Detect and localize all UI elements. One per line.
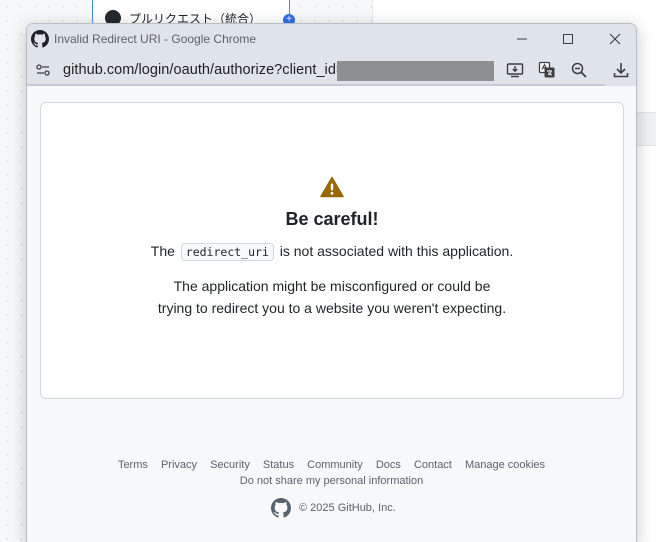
site-info-icon[interactable] <box>35 62 51 78</box>
redirect-uri-code: redirect_uri <box>180 243 274 261</box>
title-bar[interactable]: Invalid Redirect URI - Google Chrome <box>27 24 636 54</box>
copyright-text: © 2025 GitHub, Inc. <box>299 502 396 514</box>
footer-link-privacy[interactable]: Privacy <box>161 459 197 471</box>
explanation-line-1: The application might be misconfigured o… <box>173 278 491 294</box>
alert-icon <box>320 176 344 198</box>
background-tab-label: プルリクエスト（統合） <box>129 12 262 23</box>
footer-link-do-not-share[interactable]: Do not share my personal information <box>240 475 423 487</box>
chrome-window: Invalid Redirect URI - Google Chrome git… <box>26 23 637 542</box>
message-suffix: is not associated with this application. <box>279 243 514 259</box>
error-message: The redirect_uri is not associated with … <box>41 243 623 261</box>
footer-link-manage-cookies[interactable]: Manage cookies <box>465 459 545 471</box>
error-card: Be careful! The redirect_uri is not asso… <box>40 102 624 399</box>
zoom-icon[interactable] <box>570 61 588 79</box>
github-logo-icon[interactable] <box>271 498 291 518</box>
window-title: Invalid Redirect URI - Google Chrome <box>54 32 257 46</box>
maximize-icon[interactable] <box>557 29 579 49</box>
redacted-client-id <box>337 61 494 81</box>
github-favicon-icon <box>31 30 49 48</box>
footer-link-community[interactable]: Community <box>307 459 363 471</box>
close-icon[interactable] <box>604 29 626 49</box>
url-text[interactable]: github.com/login/oauth/authorize?client_… <box>63 62 344 78</box>
footer-link-terms[interactable]: Terms <box>118 459 148 471</box>
minimize-icon[interactable] <box>511 29 533 49</box>
footer-privacy-choice: Do not share my personal information <box>27 475 636 487</box>
page-title: Be careful! <box>285 209 379 229</box>
explanation-text: The application might be misconfigured o… <box>41 275 623 319</box>
download-icon[interactable] <box>612 61 630 79</box>
footer-link-contact[interactable]: Contact <box>414 459 452 471</box>
footer-links: Terms Privacy Security Status Community … <box>27 459 636 471</box>
translate-icon[interactable] <box>538 61 556 79</box>
footer-link-status[interactable]: Status <box>263 459 294 471</box>
explanation-line-2: trying to redirect you to a website you … <box>157 300 507 316</box>
address-bar[interactable]: github.com/login/oauth/authorize?client_… <box>27 54 636 86</box>
install-app-icon[interactable] <box>506 61 524 79</box>
page-viewport: Be careful! The redirect_uri is not asso… <box>27 86 636 542</box>
footer-link-docs[interactable]: Docs <box>376 459 401 471</box>
message-prefix: The <box>150 243 175 259</box>
footer-link-security[interactable]: Security <box>210 459 250 471</box>
